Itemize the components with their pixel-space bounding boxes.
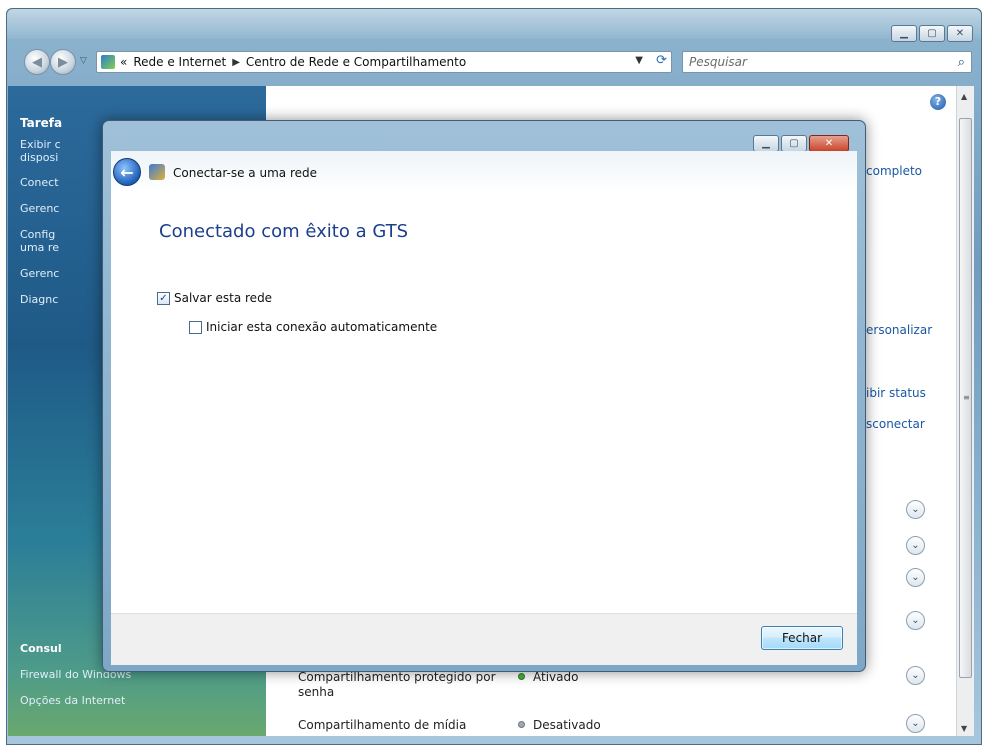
sharing-label-media: Compartilhamento de mídia xyxy=(298,718,467,732)
task-link-exibir[interactable]: Exibir c xyxy=(20,138,61,151)
title-bar xyxy=(7,9,981,39)
task-link-conectar[interactable]: Conect xyxy=(20,176,59,189)
expand-chevron-icon[interactable]: ⌄ xyxy=(906,568,925,587)
see-also-heading: Consul xyxy=(20,642,62,655)
network-icon xyxy=(149,164,165,180)
dialog-minimize-button[interactable]: ▁ xyxy=(753,135,779,152)
minimize-button[interactable]: ▁ xyxy=(891,25,917,42)
recent-pages-dropdown[interactable]: ▽ xyxy=(80,56,87,66)
scroll-thumb[interactable]: ≡ xyxy=(959,118,972,678)
link-internet-options[interactable]: Opções da Internet xyxy=(20,694,125,707)
address-bar[interactable]: « Rede e Internet ▶ Centro de Rede e Com… xyxy=(96,51,672,73)
navigation-bar: ◀ ▶ ▽ « Rede e Internet ▶ Centro de Rede… xyxy=(14,47,974,77)
task-link-gerenciar[interactable]: Gerenc xyxy=(20,202,59,215)
task-link-gerenciar-2[interactable]: Gerenc xyxy=(20,267,59,280)
window-controls: ▁ ▢ ✕ xyxy=(891,25,973,42)
task-link-configurar-line2[interactable]: uma re xyxy=(20,241,59,254)
status-text: Desativado xyxy=(533,718,601,732)
back-arrow-icon[interactable]: ◀ xyxy=(24,49,50,75)
save-network-checkbox[interactable]: ✓ xyxy=(157,291,170,305)
scroll-down-icon[interactable]: ▼ xyxy=(961,724,967,733)
address-chevrons[interactable]: « xyxy=(120,55,127,69)
link-disconnect[interactable]: sconectar xyxy=(866,417,925,431)
breadcrumb-centro-rede[interactable]: Centro de Rede e Compartilhamento xyxy=(246,55,466,69)
dialog-window-controls: ▁ ▢ ✕ xyxy=(753,135,849,152)
task-link-configurar[interactable]: Config xyxy=(20,228,55,241)
link-view-full-map[interactable]: completo xyxy=(866,164,922,178)
status-on-icon xyxy=(518,673,525,680)
search-input[interactable]: Pesquisar ⌕ xyxy=(682,51,972,73)
tasks-heading: Tarefa xyxy=(20,116,63,130)
auto-connect-label[interactable]: Iniciar esta conexão automaticamente xyxy=(206,320,437,334)
expand-chevron-icon[interactable]: ⌄ xyxy=(906,611,925,630)
grip-icon: ≡ xyxy=(963,393,970,402)
maximize-button[interactable]: ▢ xyxy=(919,25,945,42)
vertical-scrollbar[interactable]: ▲ ≡ ▼ xyxy=(956,86,974,736)
auto-connect-row[interactable]: Iniciar esta conexão automaticamente xyxy=(189,320,437,334)
status-text: Ativado xyxy=(533,670,579,684)
expand-chevron-icon[interactable]: ⌄ xyxy=(906,666,925,685)
scroll-up-icon[interactable]: ▲ xyxy=(961,92,967,101)
address-dropdown-icon[interactable]: ▼ xyxy=(635,55,643,66)
back-arrow-icon[interactable]: ← xyxy=(113,158,141,186)
auto-connect-checkbox[interactable] xyxy=(189,320,202,334)
refresh-icon[interactable]: ⟳ xyxy=(656,53,667,68)
dialog-footer xyxy=(111,613,857,665)
close-dialog-button[interactable]: Fechar xyxy=(761,626,843,650)
link-view-status[interactable]: ibir status xyxy=(866,386,926,400)
sharing-status-password: Ativado xyxy=(518,670,578,684)
close-button[interactable]: ✕ xyxy=(947,25,973,42)
status-off-icon xyxy=(518,721,525,728)
expand-chevron-icon[interactable]: ⌄ xyxy=(906,536,925,555)
dialog-body xyxy=(111,193,857,613)
search-placeholder: Pesquisar xyxy=(689,55,747,69)
expand-chevron-icon[interactable]: ⌄ xyxy=(906,714,925,733)
task-link-diagnosticar[interactable]: Diagnc xyxy=(20,293,58,306)
network-center-icon xyxy=(101,55,115,69)
success-heading: Conectado com êxito a GTS xyxy=(159,221,409,242)
breadcrumb-rede-internet[interactable]: Rede e Internet xyxy=(133,55,226,69)
help-icon[interactable]: ? xyxy=(930,94,946,110)
breadcrumb-separator-icon[interactable]: ▶ xyxy=(232,57,240,68)
forward-arrow-icon[interactable]: ▶ xyxy=(50,49,76,75)
sharing-status-media: Desativado xyxy=(518,718,601,732)
dialog-close-button[interactable]: ✕ xyxy=(809,135,849,152)
dialog-title: Conectar-se a uma rede xyxy=(173,166,317,180)
sharing-label-password: Compartilhamento protegido por senha xyxy=(298,670,496,699)
save-network-label[interactable]: Salvar esta rede xyxy=(174,291,272,305)
connect-network-dialog: ▁ ▢ ✕ ← Conectar-se a uma rede Conectado… xyxy=(102,120,866,672)
dialog-maximize-button[interactable]: ▢ xyxy=(781,135,807,152)
save-network-row[interactable]: ✓ Salvar esta rede xyxy=(157,291,272,305)
expand-chevron-icon[interactable]: ⌄ xyxy=(906,500,925,519)
search-icon[interactable]: ⌕ xyxy=(958,53,965,73)
task-link-exibir-line2[interactable]: disposi xyxy=(20,151,58,164)
link-customize[interactable]: ersonalizar xyxy=(866,323,932,337)
